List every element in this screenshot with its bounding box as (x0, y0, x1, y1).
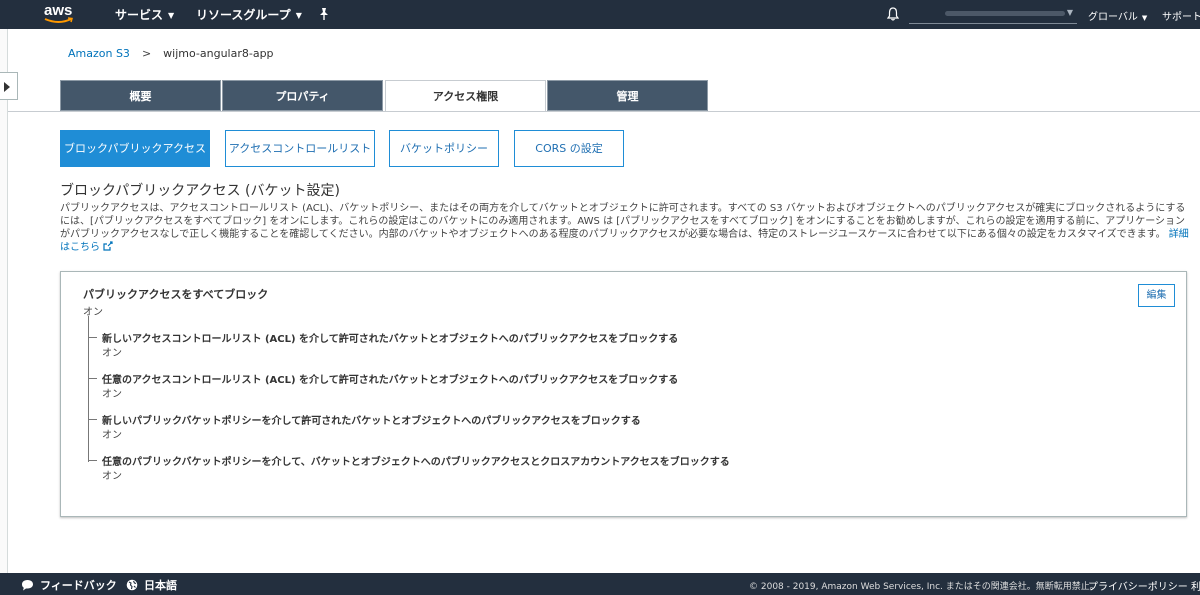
edit-button[interactable]: 編集 (1138, 284, 1175, 307)
external-link-icon[interactable] (103, 241, 113, 251)
tab-management[interactable]: 管理 (547, 80, 708, 111)
feedback-icon (22, 580, 33, 591)
setting-label: パブリックアクセスをすべてブロック (83, 288, 269, 301)
tab-divider (8, 111, 1200, 112)
aws-logo-text: aws (44, 2, 73, 19)
tree-connector (88, 419, 97, 420)
block-all-public-access-setting: パブリックアクセスをすべてブロック オン (83, 286, 268, 318)
chevron-down-icon: ▼ (1141, 14, 1148, 22)
language-selector[interactable]: 日本語 (126, 577, 177, 593)
services-menu[interactable]: サービス ▼ (115, 6, 174, 23)
privacy-policy-link[interactable]: プライバシーポリシー (1088, 578, 1188, 593)
region-label: グローバル (1088, 12, 1138, 23)
left-navigation-rail (0, 29, 8, 573)
setting-label: 任意のアクセスコントロールリスト (ACL) を介して許可されたバケットとオブジ… (102, 375, 679, 386)
setting-value: オン (102, 430, 122, 441)
breadcrumb: Amazon S3 > wijmo-angular8-app (68, 47, 274, 60)
tree-connector (88, 460, 97, 461)
section-description: パブリックアクセスは、アクセスコントロールリスト (ACL)、バケットポリシー、… (60, 202, 1192, 254)
bell-icon[interactable] (887, 7, 899, 21)
tab-properties[interactable]: プロパティ (222, 80, 383, 111)
chevron-down-icon: ▼ (295, 11, 302, 20)
aws-smile-icon (44, 17, 73, 23)
setting-value: オン (83, 307, 103, 318)
setting-label: 任意のパブリックバケットポリシーを介して、バケットとオブジェクトへのパブリックア… (102, 457, 730, 468)
breadcrumb-separator: > (141, 47, 152, 60)
breadcrumb-bucket-name: wijmo-angular8-app (163, 47, 274, 60)
subtab-cors-configuration[interactable]: CORS の設定 (514, 130, 624, 167)
tree-connector (88, 378, 97, 379)
subtab-bucket-policy[interactable]: バケットポリシー (389, 130, 499, 167)
setting-label: 新しいパブリックバケットポリシーを介して許可されたバケットとオブジェクトへのパブ… (102, 416, 641, 427)
section-title: ブロックパブリックアクセス (バケット設定) (60, 183, 340, 199)
tree-connector (88, 337, 97, 338)
setting-label: 新しいアクセスコントロールリスト (ACL) を介して許可されたバケットとオブジ… (102, 334, 679, 345)
chevron-down-icon: ▼ (168, 11, 175, 20)
resource-groups-menu[interactable]: リソースグループ ▼ (196, 6, 302, 23)
support-menu[interactable]: サポート (1162, 8, 1200, 23)
pin-icon[interactable] (318, 7, 330, 21)
account-menu[interactable]: ▼ (909, 4, 1077, 24)
top-navigation-bar: aws サービス ▼ リソースグループ ▼ ▼ グローバル ▼ サポート (0, 0, 1200, 29)
expand-panel-button[interactable] (0, 72, 18, 100)
resource-groups-label: リソースグループ (196, 8, 291, 22)
expand-panel-icon (4, 82, 10, 92)
subtab-access-control-list[interactable]: アクセスコントロールリスト (225, 130, 375, 167)
chevron-down-icon: ▼ (1066, 8, 1073, 17)
breadcrumb-amazon-s3[interactable]: Amazon S3 (68, 47, 130, 60)
feedback-label: フィードバック (40, 579, 117, 592)
setting-value: オン (102, 471, 122, 482)
account-name-redacted (945, 11, 1065, 16)
feedback-link[interactable]: フィードバック (21, 577, 117, 593)
setting-value: オン (102, 389, 122, 400)
description-text: パブリックアクセスは、アクセスコントロールリスト (ACL)、バケットポリシー、… (60, 203, 1186, 240)
language-label: 日本語 (144, 579, 177, 592)
aws-logo[interactable]: aws (44, 3, 78, 25)
console-footer: フィードバック 日本語 © 2008 - 2019, Amazon Web Se… (0, 573, 1200, 595)
block-public-access-settings-panel: 編集 パブリックアクセスをすべてブロック オン 新しいアクセスコントロールリスト… (60, 271, 1187, 517)
globe-icon (126, 579, 138, 591)
region-menu[interactable]: グローバル ▼ (1088, 8, 1147, 23)
services-label: サービス (115, 8, 164, 22)
setting-value: オン (102, 348, 122, 359)
support-label: サポート (1162, 12, 1200, 23)
copyright-text: © 2008 - 2019, Amazon Web Services, Inc.… (749, 582, 1099, 592)
subtab-block-public-access[interactable]: ブロックパブリックアクセス (60, 130, 210, 167)
tab-overview[interactable]: 概要 (60, 80, 221, 111)
tab-permissions[interactable]: アクセス権限 (385, 80, 546, 112)
terms-of-use-link[interactable]: 利 (1191, 578, 1200, 593)
